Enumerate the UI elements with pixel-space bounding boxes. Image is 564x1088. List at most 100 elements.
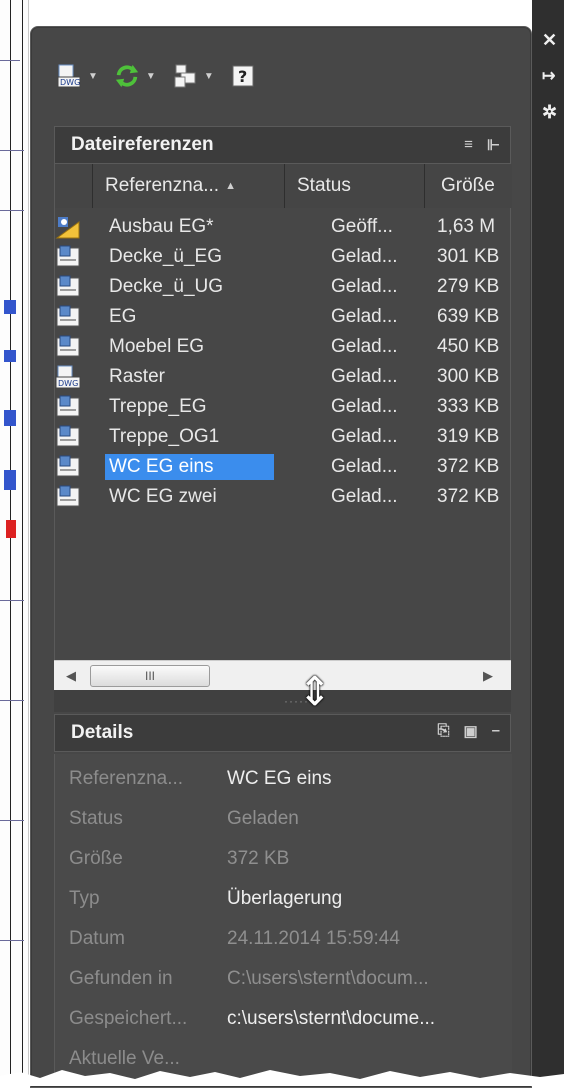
reference-size: 372 KB [437, 486, 500, 507]
details-row: Gespeichert... c:\users\sternt\docume... [55, 1000, 512, 1040]
details-label: Status [69, 808, 123, 829]
reference-size: 279 KB [437, 276, 500, 297]
file-reference-row[interactable]: Treppe_EG Gelad... 333 KB [55, 392, 512, 422]
file-reference-row[interactable]: Treppe_OG1 Gelad... 319 KB [55, 422, 512, 452]
file-reference-row[interactable]: EG Gelad... 639 KB [55, 302, 512, 332]
reference-status: Geöff... [331, 216, 393, 237]
details-value[interactable]: c:\users\sternt\docume... [227, 1008, 435, 1030]
reference-name[interactable]: Decke_ü_EG [105, 244, 228, 270]
column-header-size[interactable]: Größe [425, 164, 512, 208]
details-label: Größe [69, 848, 123, 869]
reference-name[interactable]: Ausbau EG* [105, 214, 220, 240]
torn-edge [0, 1070, 564, 1086]
reference-size: 319 KB [437, 426, 500, 447]
xref-icon [55, 484, 81, 510]
scroll-right-icon[interactable]: ▶ [483, 668, 493, 684]
svg-text:DWG: DWG [60, 78, 80, 87]
reference-status: Gelad... [331, 336, 398, 357]
reference-name[interactable]: Moebel EG [105, 334, 210, 360]
file-reference-row[interactable]: Ausbau EG* Geöff... 1,63 M [55, 212, 512, 242]
reference-name[interactable]: Treppe_EG [105, 394, 213, 420]
column-header-name[interactable]: Referenzna... ▲ [93, 164, 285, 208]
properties-icon[interactable]: ✲ [542, 102, 557, 123]
reference-status: Gelad... [331, 366, 398, 387]
drawing-line [0, 940, 24, 941]
drawing-block [4, 470, 16, 490]
reference-name[interactable]: EG [105, 304, 142, 330]
file-references-title: Dateireferenzen [71, 134, 214, 155]
reference-size: 333 KB [437, 396, 500, 417]
details-row: Größe 372 KB [55, 840, 512, 880]
details-header[interactable]: Details ⎘ ▣ – [54, 714, 511, 752]
reference-name[interactable]: WC EG eins [105, 454, 274, 480]
reference-status: Gelad... [331, 486, 398, 507]
file-reference-row[interactable]: Decke_ü_UG Gelad... 279 KB [55, 272, 512, 302]
collapse-details-icon[interactable]: – [492, 722, 500, 740]
details-value[interactable]: WC EG eins [227, 768, 332, 790]
file-references-header[interactable]: Dateireferenzen ≡ ⊩ [54, 126, 511, 164]
details-row: Typ Überlagerung [55, 880, 512, 920]
pane-splitter[interactable]: ····· [54, 690, 511, 712]
reference-name[interactable]: Treppe_OG1 [105, 424, 225, 450]
reference-name[interactable]: WC EG zwei [105, 484, 223, 510]
details-value: C:\users\sternt\docum... [227, 968, 429, 989]
change-path-icon[interactable] [172, 63, 198, 89]
refresh-dropdown-icon[interactable]: ▼ [146, 71, 156, 82]
help-icon[interactable]: ? [230, 63, 256, 89]
drawing-block-red [6, 520, 16, 538]
preview-icon[interactable]: ▣ [463, 722, 477, 740]
list-view-icon[interactable]: ≡ [464, 136, 473, 154]
file-reference-row[interactable]: Moebel EG Gelad... 450 KB [55, 332, 512, 362]
column-header-status[interactable]: Status [285, 164, 425, 208]
palette-toolbar: DWG ▼ ▼ ▼ ? [56, 58, 256, 94]
reference-size: 301 KB [437, 246, 500, 267]
details-value: 24.11.2014 15:59:44 [227, 928, 400, 949]
details-label: Typ [69, 888, 100, 909]
tree-view-icon[interactable]: ⊩ [487, 136, 500, 154]
xref-icon [55, 334, 81, 360]
reference-size: 300 KB [437, 366, 500, 387]
details-title: Details [71, 722, 134, 743]
details-properties: Referenzna... WC EG eins Status Geladen Größ… [54, 754, 512, 1086]
attach-dropdown-icon[interactable]: ▼ [88, 71, 98, 82]
details-value[interactable]: Überlagerung [227, 888, 342, 910]
reference-status: Gelad... [331, 456, 398, 477]
sort-ascending-icon: ▲ [225, 180, 236, 192]
reference-name[interactable]: Raster [105, 364, 171, 390]
xref-icon [55, 244, 81, 270]
xref-icon [55, 274, 81, 300]
cad-drawing-background [0, 0, 29, 1086]
drawing-line [22, 0, 23, 1086]
horizontal-scrollbar[interactable]: ◀ III ▶ [54, 660, 511, 690]
drawing-line [0, 820, 24, 821]
scroll-left-icon[interactable]: ◀ [66, 668, 76, 684]
drawing-line [0, 600, 24, 601]
resize-cursor-icon: ⇕ [298, 670, 332, 714]
details-row: Status Geladen [55, 800, 512, 840]
drawing-block [4, 350, 16, 362]
scrollbar-thumb[interactable]: III [90, 665, 210, 687]
details-row: Referenzna... WC EG eins [55, 760, 512, 800]
reference-name[interactable]: Decke_ü_UG [105, 274, 229, 300]
reference-size: 1,63 M [437, 216, 496, 237]
palette-title-bar: ✕ ↦ ✲ [532, 0, 564, 1086]
xref-icon [55, 454, 81, 480]
drawing-line [10, 0, 11, 1086]
reference-status: Gelad... [331, 426, 398, 447]
xref-icon [55, 394, 81, 420]
file-reference-row[interactable]: Decke_ü_EG Gelad... 301 KB [55, 242, 512, 272]
change-path-dropdown-icon[interactable]: ▼ [204, 71, 214, 82]
auto-hide-icon[interactable]: ↦ [542, 66, 555, 86]
reference-size: 639 KB [437, 306, 500, 327]
file-reference-row[interactable]: DWG Raster Gelad... 300 KB [55, 362, 512, 392]
file-reference-row[interactable]: WC EG zwei Gelad... 372 KB [55, 482, 512, 512]
reference-status: Gelad... [331, 246, 398, 267]
file-reference-row[interactable]: WC EG eins Gelad... 372 KB [55, 452, 512, 482]
refresh-icon[interactable] [114, 63, 140, 89]
dwg-open-icon [55, 214, 81, 240]
details-row: Gefunden in C:\users\sternt\docum... [55, 960, 512, 1000]
details-view-icon[interactable]: ⎘ [437, 722, 449, 740]
close-icon[interactable]: ✕ [542, 30, 557, 51]
icon-column-header [55, 164, 93, 208]
attach-dwg-icon[interactable]: DWG [56, 63, 82, 89]
